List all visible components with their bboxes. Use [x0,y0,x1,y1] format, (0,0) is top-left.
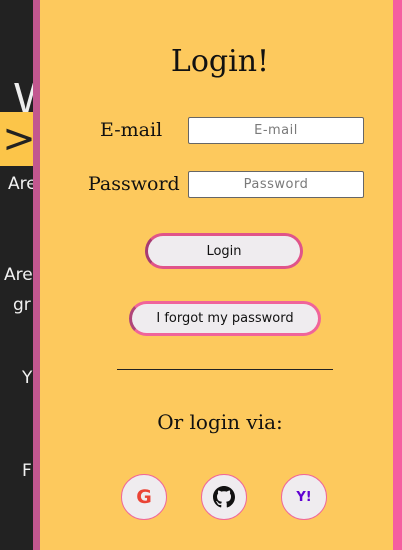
login-button[interactable]: Login [145,233,303,269]
yahoo-icon: Y! [296,489,312,505]
google-login-button[interactable]: G [121,474,167,520]
background-text-2: Are [4,265,33,285]
divider [117,369,333,370]
password-input[interactable] [188,171,364,198]
email-input[interactable] [188,117,364,144]
password-label: Password [88,173,180,195]
background-text-4: Y [22,368,33,388]
background-text-3: gr [13,295,31,315]
forgot-password-button[interactable]: I forgot my password [129,301,321,336]
github-icon [213,486,235,508]
modal-edge [393,0,402,550]
login-modal: Login! E-mail Password Login I forgot my… [33,0,400,550]
google-icon: G [136,486,152,508]
background-text-5: F [22,461,32,481]
login-title: Login! [170,44,270,79]
github-login-button[interactable] [201,474,247,520]
email-label: E-mail [100,119,163,141]
yahoo-login-button[interactable]: Y! [281,474,327,520]
or-login-via-text: Or login via: [157,410,283,434]
